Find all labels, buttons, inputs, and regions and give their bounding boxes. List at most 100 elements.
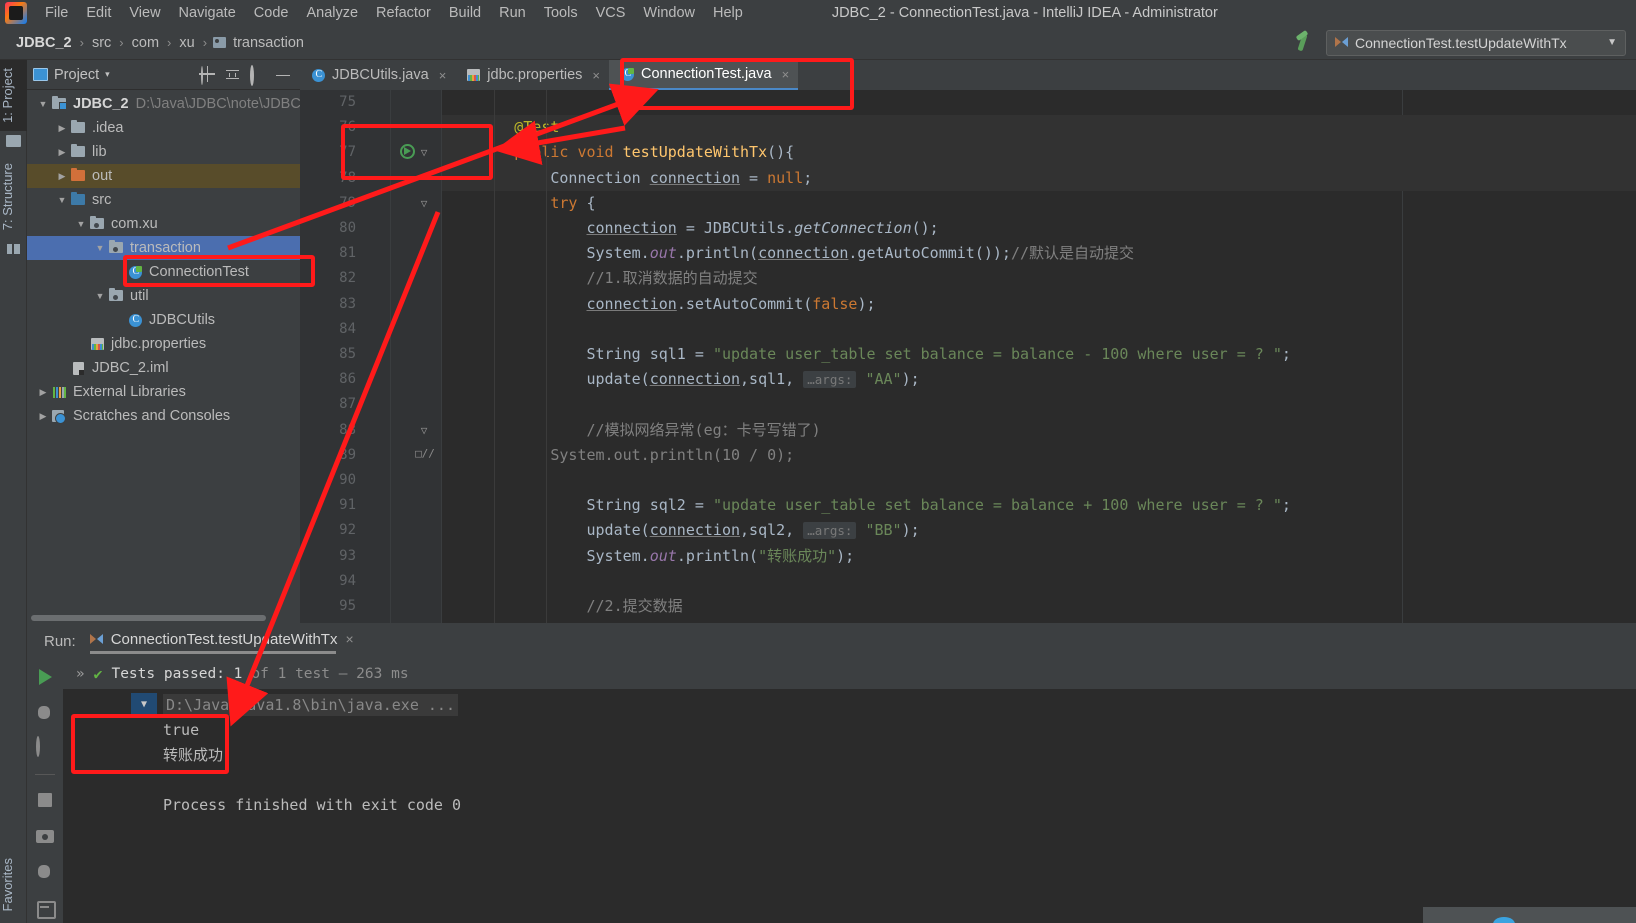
expand-chevrons-icon[interactable]: »	[76, 666, 84, 682]
menu-run[interactable]: Run	[490, 3, 535, 23]
breadcrumb-transaction[interactable]: transaction	[231, 35, 306, 51]
chevron-right-icon[interactable]: ▶	[54, 123, 70, 134]
settings-gear-icon[interactable]	[250, 64, 266, 86]
locate-icon[interactable]	[200, 65, 216, 85]
sidebar-item-structure[interactable]: 7: Structure	[0, 155, 27, 238]
code-line[interactable]: System.out.println(10 / 0);	[442, 443, 1636, 468]
chevron-right-icon[interactable]: ▶	[54, 147, 70, 158]
menu-navigate[interactable]: Navigate	[170, 3, 245, 23]
code-line[interactable]	[442, 468, 1636, 493]
code-lines[interactable]: @Test public void testUpdateWithTx(){ Co…	[442, 90, 1636, 623]
code-line[interactable]: @Test	[442, 115, 1636, 141]
toggle-breakpoints-icon[interactable]	[34, 861, 56, 883]
fold-marker-icon[interactable]: ▽	[418, 146, 430, 159]
menu-vcs[interactable]: VCS	[587, 3, 635, 23]
editor-tab-jdbc-properties[interactable]: jdbc.properties ×	[455, 60, 609, 90]
tree-node-src[interactable]: ▼ src	[27, 188, 300, 212]
code-line[interactable]: String sql2 = "update user_table set bal…	[442, 493, 1636, 518]
breadcrumb-project[interactable]: JDBC_2	[14, 35, 74, 51]
code-line[interactable]: //模拟网络异常(eg：卡号写错了)	[442, 418, 1636, 443]
close-icon[interactable]: ×	[782, 67, 790, 82]
favorites-strip[interactable]: Favorites	[0, 850, 27, 919]
tree-node-lib[interactable]: ▶ lib	[27, 140, 300, 164]
tree-node-out[interactable]: ▶ out	[27, 164, 300, 188]
run-test-gutter-icon[interactable]	[400, 144, 418, 162]
menu-tools[interactable]: Tools	[535, 3, 587, 23]
tree-node-external-libraries[interactable]: ▶ External Libraries	[27, 380, 300, 404]
code-line[interactable]: connection = JDBCUtils.getConnection();	[442, 216, 1636, 241]
rerun-failed-icon[interactable]	[34, 736, 56, 760]
collapse-all-icon[interactable]	[225, 67, 241, 83]
code-line[interactable]	[442, 392, 1636, 417]
hide-icon[interactable]	[275, 67, 291, 83]
code-line[interactable]: try {	[442, 191, 1636, 216]
code-line[interactable]: update(connection,sql1, …args: "AA");	[442, 367, 1636, 392]
close-icon[interactable]: ×	[345, 631, 353, 647]
code-line[interactable]: //2.提交数据	[442, 594, 1636, 619]
project-tree-hscrollbar[interactable]	[27, 612, 300, 623]
fold-marker-icon[interactable]: ▽	[418, 197, 430, 210]
code-line[interactable]	[442, 569, 1636, 594]
menu-file[interactable]: File	[36, 3, 77, 23]
chevron-down-icon[interactable]: ▼	[35, 99, 51, 109]
chevron-down-icon[interactable]: ▼	[73, 219, 89, 229]
project-tree[interactable]: ▼ JDBC_2 D:\Java\JDBC\note\JDBC ▶ .idea ▶ lib ▶…	[27, 90, 300, 612]
code-line[interactable]: System.out.println(connection.getAutoCom…	[442, 241, 1636, 266]
chevron-down-icon[interactable]: ▼	[54, 195, 70, 205]
menu-view[interactable]: View	[120, 3, 169, 23]
tree-node-jdbcutils[interactable]: C JDBCUtils	[27, 308, 300, 332]
screenshot-icon[interactable]	[34, 825, 56, 847]
code-line[interactable]: public void testUpdateWithTx(){	[442, 140, 1636, 166]
sidebar-item-project[interactable]: 1: Project	[0, 60, 27, 131]
tree-node-scratches-and-consoles[interactable]: ▶ Scratches and Consoles	[27, 404, 300, 428]
code-editor[interactable]: 75 76 77 ▽ 78 79 ▽ 80 81 82 83 84 85 86 87 88 ▽ 89 □// 90 91…	[300, 90, 1636, 623]
chevron-right-icon[interactable]: ▶	[54, 171, 70, 182]
menu-build[interactable]: Build	[440, 3, 490, 23]
tree-node-transaction[interactable]: ▼ transaction	[27, 236, 300, 260]
console-output[interactable]: ▼ D:\Java\java1.8\bin\java.exe ... true …	[63, 689, 1636, 923]
code-line[interactable]: Connection connection = null;	[442, 165, 1636, 191]
run-tab[interactable]: ConnectionTest.testUpdateWithTx ×	[89, 631, 354, 654]
code-line[interactable]: connection.setAutoCommit(false);	[442, 292, 1636, 317]
chevron-down-icon[interactable]: ▼	[92, 243, 108, 253]
run-configuration-selector[interactable]: ConnectionTest.testUpdateWithTx ▼	[1326, 29, 1626, 56]
tree-node-jdbc-2-iml[interactable]: JDBC_2.iml	[27, 356, 300, 380]
tree-node-util[interactable]: ▼ util	[27, 284, 300, 308]
corner-notification-stub[interactable]	[1423, 907, 1636, 923]
fold-caret-icon[interactable]: ▼	[131, 693, 157, 717]
export-icon[interactable]	[34, 897, 56, 919]
chevron-right-icon[interactable]: ▶	[35, 411, 51, 422]
run-console[interactable]: » ✔ Tests passed: 1 of 1 test – 263 ms ▼…	[63, 659, 1636, 923]
fold-marker-icon[interactable]: ▽	[418, 424, 430, 437]
close-icon[interactable]: ×	[592, 68, 600, 83]
commented-block-marker[interactable]: □//	[412, 447, 438, 460]
code-line[interactable]: String sql1 = "update user_table set bal…	[442, 342, 1636, 367]
menu-code[interactable]: Code	[245, 3, 298, 23]
code-line[interactable]: update(connection,sql2, …args: "BB");	[442, 518, 1636, 543]
tree-node--idea[interactable]: ▶ .idea	[27, 116, 300, 140]
tree-node-jdbc-2[interactable]: ▼ JDBC_2 D:\Java\JDBC\note\JDBC	[27, 92, 300, 116]
rerun-play-icon[interactable]	[34, 666, 56, 688]
stop-icon[interactable]	[34, 789, 56, 811]
chevron-down-icon[interactable]: ▾	[105, 69, 110, 80]
menu-window[interactable]: Window	[634, 3, 704, 23]
editor-tab-connectiontest-java[interactable]: C ConnectionTest.java ×	[608, 60, 799, 90]
editor-gutter[interactable]: 75 76 77 ▽ 78 79 ▽ 80 81 82 83 84 85 86 87 88 ▽ 89 □// 90 91…	[300, 90, 442, 623]
editor-tab-jdbcutils-java[interactable]: C JDBCUtils.java ×	[300, 60, 455, 90]
code-line[interactable]: //1.取消数据的自动提交	[442, 266, 1636, 291]
breadcrumb-xu[interactable]: xu	[177, 35, 196, 51]
breadcrumb-src[interactable]: src	[90, 35, 113, 51]
menu-edit[interactable]: Edit	[77, 3, 120, 23]
breadcrumb-com[interactable]: com	[130, 35, 161, 51]
chevron-down-icon[interactable]: ▼	[92, 291, 108, 301]
chevron-down-icon[interactable]: ▼	[1607, 37, 1617, 48]
tree-node-com-xu[interactable]: ▼ com.xu	[27, 212, 300, 236]
menu-refactor[interactable]: Refactor	[367, 3, 440, 23]
tree-node-jdbc-properties[interactable]: jdbc.properties	[27, 332, 300, 356]
hammer-icon[interactable]	[1294, 33, 1316, 53]
code-line[interactable]	[442, 317, 1636, 342]
debug-icon[interactable]	[34, 702, 56, 724]
menu-help[interactable]: Help	[704, 3, 752, 23]
sidebar-item-favorites[interactable]: Favorites	[0, 850, 27, 919]
tree-node-connectiontest[interactable]: C ConnectionTest	[27, 260, 300, 284]
